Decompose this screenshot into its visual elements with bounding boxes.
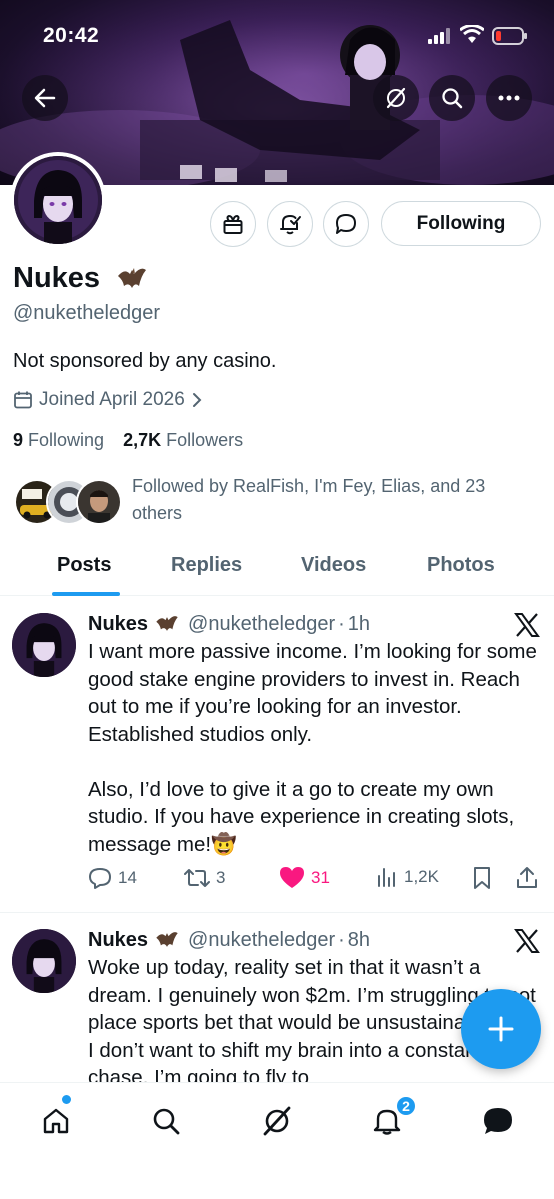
profile-bio: Not sponsored by any casino. [13,350,277,372]
nav-home[interactable] [36,1101,76,1141]
gift-button[interactable] [210,201,256,247]
post-avatar[interactable] [12,613,76,677]
profile-tabs: Posts Replies Videos Photos [0,540,554,596]
post-actions: 14 3 31 1,2K [88,866,540,896]
post-avatar[interactable] [12,929,76,993]
like-count: 31 [311,868,330,887]
home-icon [43,1108,69,1134]
like-button[interactable]: 31 [279,866,330,890]
view-count: 1,2K [404,867,439,886]
post-author-handle[interactable]: @nuketheledger [188,929,335,952]
joined-text: Joined April 2026 [39,389,185,410]
active-tab-indicator [52,592,120,596]
post-time[interactable]: 1h [348,613,370,636]
tab-photos[interactable]: Photos [427,554,495,577]
home-unread-dot [62,1095,71,1104]
more-options-button[interactable] [486,75,532,121]
profile-avatar[interactable] [10,152,106,248]
post-author-name[interactable]: Nukes [88,929,148,952]
chevron-right-icon [192,393,202,407]
reply-count: 14 [118,868,137,887]
grok-icon [386,87,406,109]
compose-post-button[interactable] [461,989,541,1069]
more-icon [498,95,520,101]
post-1[interactable]: Nukes @nuketheledger · 1h I want more pa… [0,597,554,912]
post-header: Nukes @nuketheledger · 8h [88,927,370,953]
search-icon [442,88,463,109]
followers-label: Followers [166,430,244,450]
follow-stats: 9 Following 2,7K Followers [13,430,243,451]
avatar-image [14,156,102,244]
repost-button[interactable]: 3 [184,866,225,890]
notification-badge: 2 [395,1095,417,1117]
followers-count: 2,7K [123,430,162,450]
reply-button[interactable]: 14 [88,866,137,890]
bottom-navigation: 2 [0,1082,554,1199]
post-avatar-image [12,929,76,993]
bookmark-icon [474,867,490,889]
post-header: Nukes @nuketheledger · 1h [88,611,370,637]
following-link[interactable]: 9 Following [13,430,104,450]
repost-icon [184,869,210,887]
post-text: I want more passive income. I’m looking … [88,640,537,856]
views-button[interactable]: 1,2K [376,866,439,888]
x-logo-icon [514,613,540,637]
post-author-name[interactable]: Nukes [88,613,148,636]
cellular-signal-icon [428,28,450,44]
bat-emoji-icon [156,616,178,631]
wifi-icon [460,25,484,43]
following-label: Following [28,430,105,450]
status-bar: 20:42 [0,0,554,70]
x-logo-icon [514,929,540,953]
tab-videos[interactable]: Videos [301,554,366,577]
status-time: 20:42 [43,24,100,47]
post-dot-separator: · [338,928,345,951]
profile-name: Nukes [13,262,101,294]
elias-avatar-image [78,481,120,523]
grok-icon [263,1106,291,1136]
following-count: 9 [13,430,24,450]
message-icon [484,1108,512,1134]
post-time[interactable]: 8h [348,929,370,952]
share-button[interactable] [516,866,538,890]
back-button[interactable] [22,75,68,121]
tab-posts[interactable]: Posts [57,554,111,577]
reply-icon [89,868,111,889]
bat-emoji-icon [118,268,146,288]
tab-replies[interactable]: Replies [171,554,242,577]
views-icon [378,868,395,887]
repost-count: 3 [216,868,226,887]
bookmark-button[interactable] [472,866,492,890]
notifications-toggle-button[interactable] [267,201,313,247]
message-button[interactable] [323,201,369,247]
gift-icon [223,214,243,234]
post-author-handle[interactable]: @nuketheledger [188,613,335,636]
nav-search[interactable] [146,1101,186,1141]
nav-grok[interactable] [257,1101,297,1141]
post-avatar-image [12,613,76,677]
bell-check-icon [280,214,301,235]
nav-messages[interactable] [478,1101,518,1141]
grok-button[interactable] [373,75,419,121]
battery-icon [492,27,527,45]
search-icon [153,1108,180,1135]
profile-handle: @nuketheledger [13,302,161,324]
followers-link[interactable]: 2,7K Followers [123,430,243,450]
joined-date[interactable]: Joined April 2026 [13,389,203,411]
bat-emoji-icon [156,932,178,947]
message-icon [336,214,356,234]
share-icon [517,867,537,888]
back-arrow-icon [34,88,56,108]
following-button[interactable]: Following [381,201,541,246]
followed-by-text[interactable]: Followed by RealFish, I'm Fey, Elias, an… [132,473,532,527]
post-2[interactable]: Nukes @nuketheledger · 8h Woke up today,… [0,913,554,1083]
calendar-icon [14,391,32,409]
search-button[interactable] [429,75,475,121]
follower-avatar-elias[interactable] [76,479,122,525]
plus-icon [488,1016,514,1042]
heart-icon [280,867,304,888]
post-dot-separator: · [338,612,345,635]
